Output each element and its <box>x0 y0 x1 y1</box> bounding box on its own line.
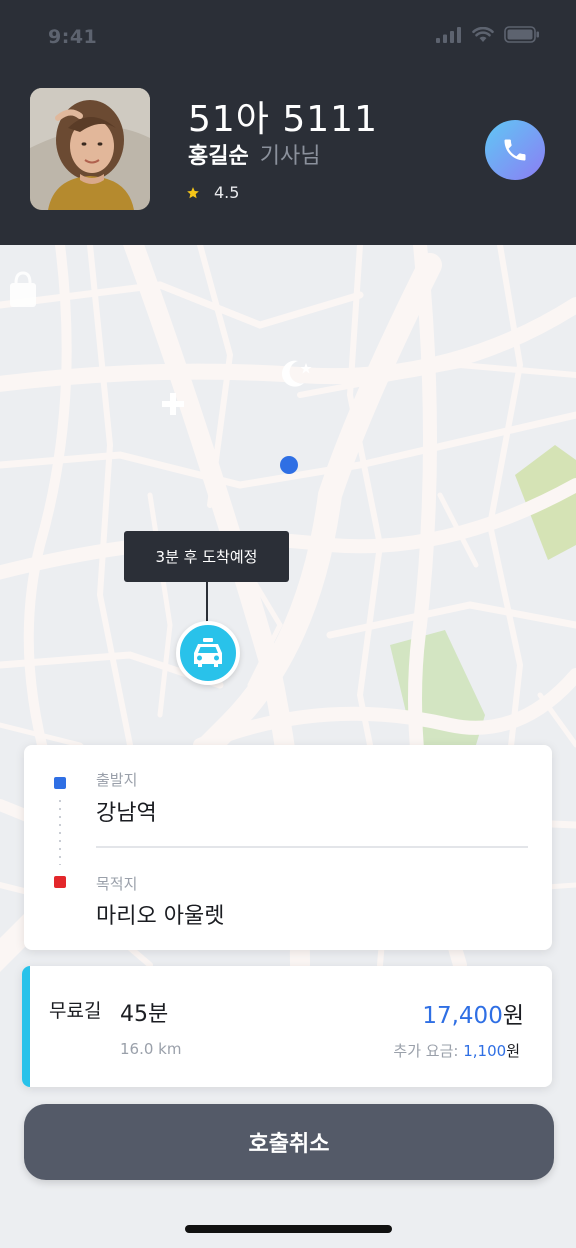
origin-location-dot <box>280 456 298 474</box>
driver-name: 홍길순 <box>188 144 249 169</box>
fare-card[interactable]: 무료길 45분 16.0 km 17,400원 추가 요금: 1,100원 <box>22 966 552 1087</box>
destination-value[interactable]: 마리오 아울렛 <box>96 898 224 930</box>
battery-icon <box>504 26 539 43</box>
destination-label: 목적지 <box>96 875 138 893</box>
fare-extra-value: 1,100 <box>463 1042 507 1060</box>
phone-icon <box>504 139 526 161</box>
driver-avatar <box>30 88 150 210</box>
driver-rating: 4.5 <box>186 183 239 202</box>
taxi-icon <box>194 638 222 667</box>
cancel-call-button[interactable]: 호출취소 <box>24 1104 554 1180</box>
fare-extra-label: 추가 요금: <box>393 1042 459 1060</box>
taxi-marker[interactable] <box>176 621 240 685</box>
fare-extra: 추가 요금: 1,100원 <box>393 1040 520 1061</box>
license-plate: 51아 5111 <box>188 99 378 140</box>
driver-header: 9:41 51아 5111 홍길순 기사님 4.5 <box>0 0 576 245</box>
origin-label: 출발지 <box>96 771 138 789</box>
signal-icon <box>436 26 461 43</box>
fare-price-unit: 원 <box>502 1003 524 1029</box>
fare-price: 17,400원 <box>422 996 524 1030</box>
fare-route-type: 무료길 <box>49 1000 102 1022</box>
route-card: 출발지 강남역 목적지 마리오 아울렛 <box>24 745 552 950</box>
eta-tooltip: 3분 후 도착예정 <box>124 531 289 582</box>
origin-marker <box>54 777 66 789</box>
driver-title: 기사님 <box>259 144 321 169</box>
call-driver-button[interactable] <box>485 120 545 180</box>
status-icons <box>436 26 540 43</box>
driver-photo <box>30 88 150 210</box>
fare-distance: 16.0 km <box>120 1040 182 1058</box>
route-connector <box>59 797 61 865</box>
fare-price-value: 17,400 <box>422 1003 503 1029</box>
eta-tooltip-pointer <box>206 582 208 622</box>
wifi-icon <box>472 26 494 42</box>
driver-name-line: 홍길순 기사님 <box>188 138 320 170</box>
status-time: 9:41 <box>48 26 98 48</box>
origin-value[interactable]: 강남역 <box>96 795 157 827</box>
fare-accent-bar <box>22 966 30 1087</box>
fare-extra-unit: 원 <box>506 1042 520 1060</box>
home-indicator <box>185 1225 392 1233</box>
rating-value: 4.5 <box>214 183 240 202</box>
fare-duration: 45분 <box>120 1002 169 1027</box>
status-bar: 9:41 <box>0 0 576 70</box>
destination-marker <box>54 876 66 888</box>
star-icon <box>187 186 199 198</box>
route-divider <box>96 846 528 848</box>
